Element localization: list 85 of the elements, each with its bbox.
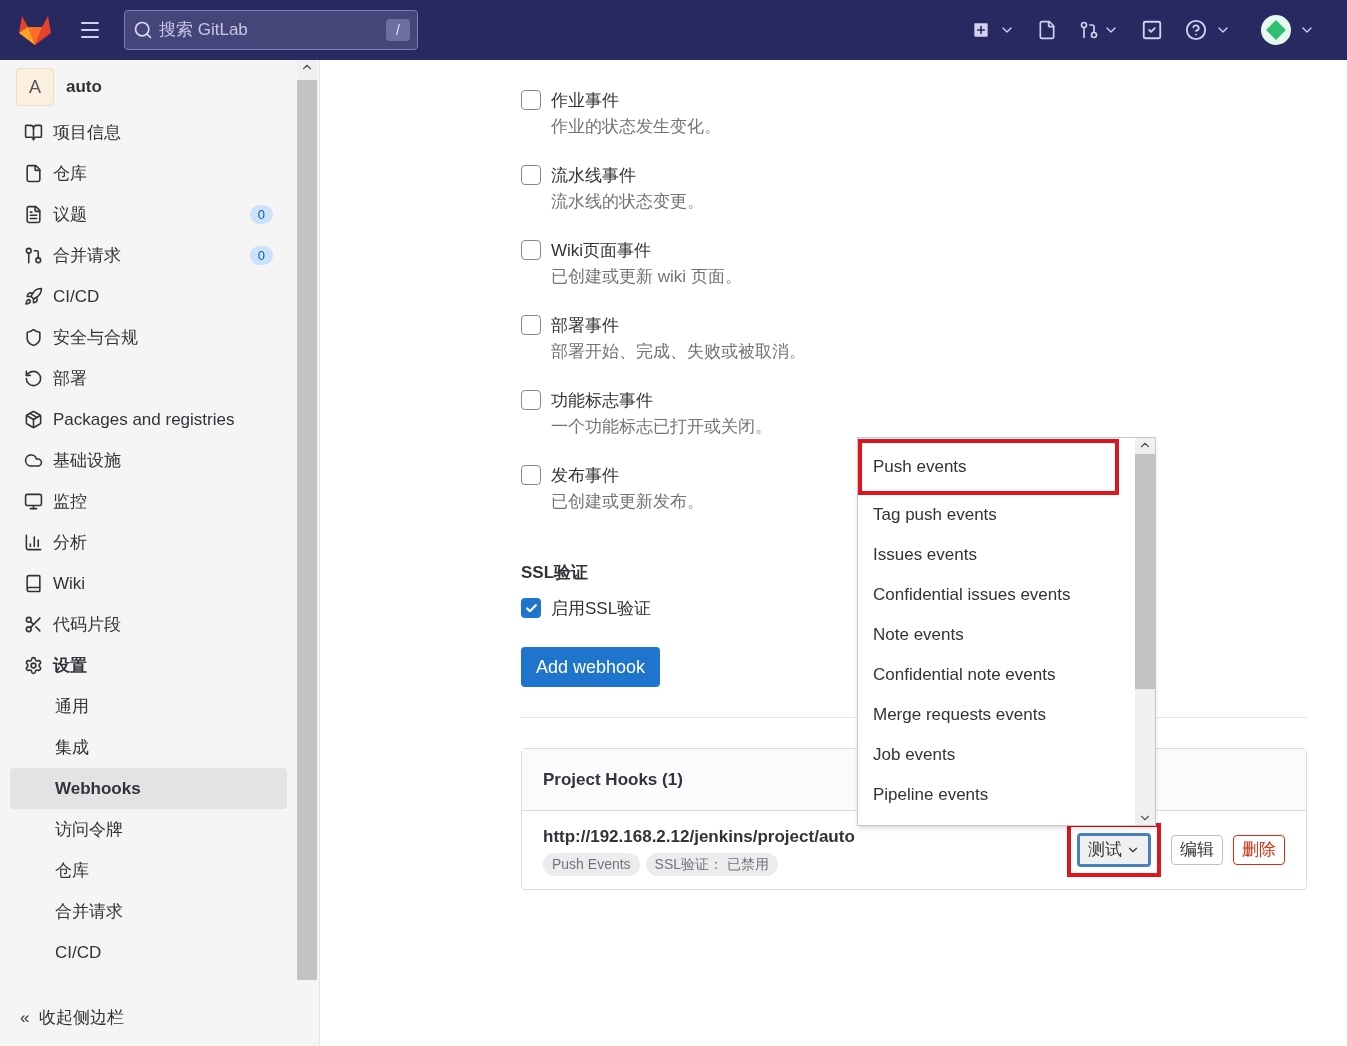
add-webhook-button[interactable]: Add webhook [521,647,661,687]
sidebar-item[interactable]: 合并请求 0 [10,235,287,276]
scissors-icon [24,615,43,634]
issue-icon [24,205,43,224]
test-button[interactable]: 测试 [1077,833,1151,867]
sidebar-item[interactable]: CI/CD [10,276,287,317]
hooks-title: Project Hooks (1) [543,768,683,791]
count-badge: 0 [249,245,273,266]
sidebar-item[interactable]: 议题 0 [10,194,287,235]
sidebar-item[interactable]: 代码片段 [10,604,287,645]
file-icon [24,164,43,183]
checkbox[interactable] [521,165,541,185]
event-description: 已创建或更新发布。 [551,490,704,513]
checkbox[interactable] [521,465,541,485]
count-badge: 0 [249,204,273,225]
sidebar-subitem[interactable]: Webhooks [10,768,287,809]
scroll-thumb[interactable] [1135,454,1155,689]
event-label: 作业事件 [551,90,620,112]
project-name[interactable]: auto [66,74,102,100]
search-icon [133,20,153,40]
merge-icon [24,246,43,265]
dropdown-item[interactable]: Job events [858,735,1135,775]
dropdown-item[interactable]: Tag push events [858,495,1135,535]
gear-icon [24,656,43,675]
event-description: 流水线的状态变更。 [551,190,704,213]
fox-logo-icon[interactable] [18,14,52,46]
sidebar-subitem[interactable]: 访问令牌 [10,809,287,850]
sidebar-item[interactable]: 监控 [10,481,287,522]
hook-url[interactable]: http://192.168.2.12/jenkins/project/auto [543,823,1067,850]
event-label: 功能标志事件 [551,390,654,412]
sidebar-subitem[interactable]: CI/CD [10,932,287,973]
book-icon [24,574,43,593]
rocket-icon [24,287,43,306]
sidebar-item[interactable]: 设置 [10,645,287,686]
sidebar-subitem[interactable]: 仓库 [10,850,287,891]
checkbox[interactable] [521,240,541,260]
sidebar-subitem[interactable]: 集成 [10,727,287,768]
hook-tag: SSL验证： 已禁用 [645,853,778,877]
event-label: 发布事件 [551,465,620,487]
book-icon [24,123,43,142]
event-description: 作业的状态发生变化。 [551,115,721,138]
collapse-sidebar-button[interactable]: « 收起侧边栏 [10,1004,287,1030]
shortcut-key: / [386,19,410,41]
package-icon [24,410,43,429]
sidebar-item[interactable]: Packages and registries [10,399,287,440]
event-label: Wiki页面事件 [551,240,653,262]
dropdown-item[interactable]: Push events [858,439,1119,495]
checkbox[interactable] [521,598,541,619]
ssl-title: SSL验证 [521,562,590,584]
dropdown-item[interactable]: Note events [858,615,1135,655]
ssl-label: 启用SSL验证 [551,597,652,620]
todo-icon[interactable] [1141,19,1163,41]
cloud-icon [24,451,43,470]
sidebar-item[interactable]: Wiki [10,563,287,604]
sidebar-item[interactable]: 部署 [10,358,287,399]
project-avatar[interactable]: A [16,68,54,106]
sidebar-item[interactable]: 基础设施 [10,440,287,481]
monitor-icon [24,492,43,511]
hook-tag: Push Events [543,853,640,877]
event-description: 一个功能标志已打开或关闭。 [551,415,772,438]
dropdown-item[interactable]: Merge requests events [858,695,1135,735]
deploy-icon [24,369,43,388]
shield-icon [24,328,43,347]
sidebar-item[interactable]: 安全与合规 [10,317,287,358]
dropdown-item[interactable]: Confidential note events [858,655,1135,695]
event-description: 部署开始、完成、失败或被取消。 [551,340,806,363]
event-description: 已创建或更新 wiki 页面。 [551,265,742,288]
dropdown-item[interactable]: Issues events [858,535,1135,575]
sidebar-subitem[interactable]: 通用 [10,686,287,727]
event-label: 部署事件 [551,315,620,337]
delete-button[interactable]: 删除 [1233,835,1285,865]
sidebar-item[interactable]: 项目信息 [10,112,287,153]
sidebar-item[interactable]: 分析 [10,522,287,563]
chart-icon [24,533,43,552]
sidebar-subitem[interactable]: 合并请求 [10,891,287,932]
check-icon [524,601,538,615]
dropdown-item[interactable]: Confidential issues events [858,575,1135,615]
collapse-icon: « [20,1004,30,1030]
dropdown-item[interactable]: Pipeline events [858,775,1135,815]
sidebar-item[interactable]: 仓库 [10,153,287,194]
checkbox[interactable] [521,390,541,410]
checkbox[interactable] [521,315,541,335]
event-label: 流水线事件 [551,165,637,187]
checkbox[interactable] [521,90,541,110]
edit-button[interactable]: 编辑 [1171,835,1223,865]
